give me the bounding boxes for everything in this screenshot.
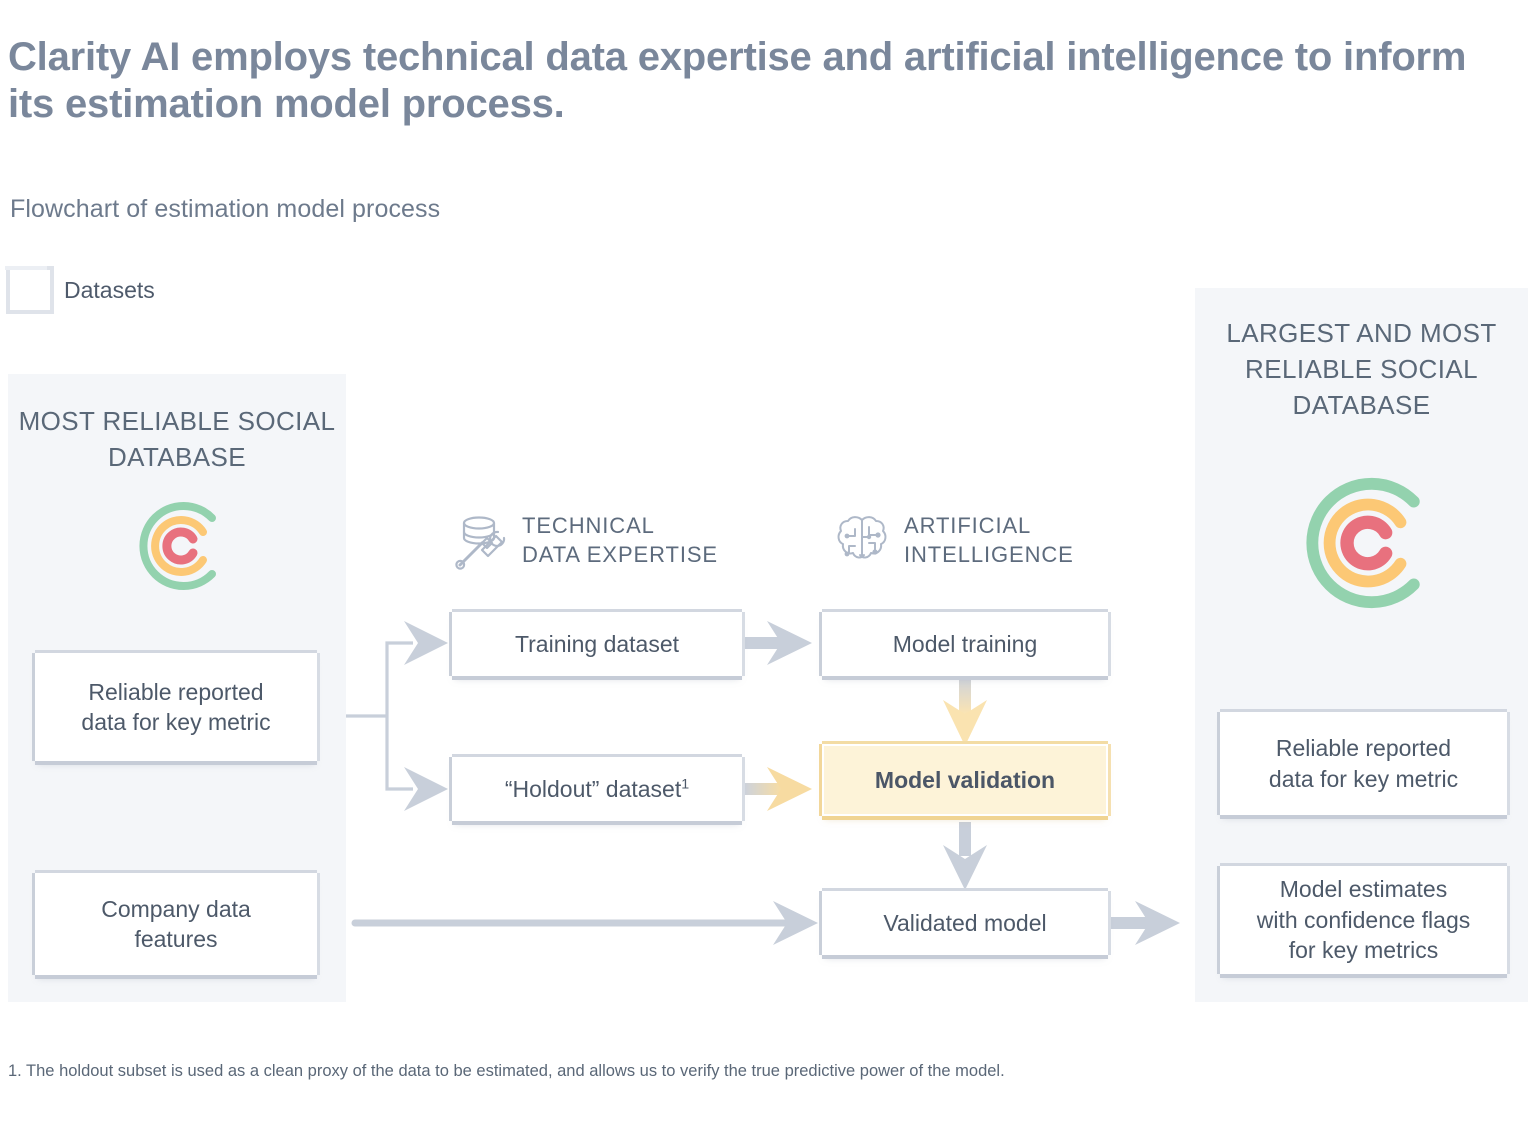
node-validated-model-label: Validated model xyxy=(883,909,1047,936)
connector-company-features-to-validated-model xyxy=(351,901,818,945)
column-header-artificial-intelligence-label: ARTIFICIAL INTELLIGENCE xyxy=(904,513,1074,567)
node-holdout-dataset-label: “Holdout” dataset xyxy=(504,775,682,802)
output-box-reliable-reported-data: Reliable reported data for key metric xyxy=(1220,712,1507,815)
output-panel-title: LARGEST AND MOST RELIABLE SOCIAL DATABAS… xyxy=(1226,318,1497,420)
source-box-company-data-features-label: Company data features xyxy=(101,895,251,952)
diagram-canvas: Clarity AI employs technical data expert… xyxy=(0,0,1536,1146)
column-header-technical-data-expertise: TECHNICAL DATA EXPERTISE xyxy=(452,512,718,570)
footnote: 1. The holdout subset is used as a clean… xyxy=(8,1062,1005,1080)
source-box-company-data-features: Company data features xyxy=(35,873,317,975)
clarity-ai-logo xyxy=(127,496,227,596)
connector-validation-to-validated-model xyxy=(943,822,987,890)
node-model-validation-label: Model validation xyxy=(874,766,1056,793)
arrowhead xyxy=(404,621,448,811)
output-box-model-estimates: Model estimates with confidence flags fo… xyxy=(1220,866,1507,974)
source-panel: MOST RELIABLE SOCIAL DATABASE Reliable r… xyxy=(8,374,346,1002)
legend: Datasets xyxy=(5,266,155,310)
square-outline-icon xyxy=(5,266,50,310)
connector-holdout-to-model-validation xyxy=(744,767,812,811)
legend-label: Datasets xyxy=(64,276,155,303)
output-panel: LARGEST AND MOST RELIABLE SOCIAL DATABAS… xyxy=(1195,288,1528,1002)
source-box-reliable-reported-data-label: Reliable reported data for key metric xyxy=(81,678,271,735)
page-title: Clarity AI employs technical data expert… xyxy=(8,35,1467,127)
node-training-dataset: Training dataset xyxy=(452,612,742,676)
node-validated-model: Validated model xyxy=(822,891,1108,955)
node-holdout-dataset-footnote-marker: 1 xyxy=(681,776,690,793)
source-panel-title: MOST RELIABLE SOCIAL DATABASE xyxy=(18,406,336,472)
clarity-ai-logo xyxy=(1288,469,1436,617)
output-box-reliable-reported-data-label: Reliable reported data for key metric xyxy=(1268,735,1459,792)
connector-validated-model-to-output xyxy=(1110,901,1180,945)
connector-model-training-to-validation xyxy=(943,676,987,746)
page-subtitle: Flowchart of estimation model process xyxy=(10,195,441,223)
output-box-model-estimates-label: Model estimates with confidence flags fo… xyxy=(1256,876,1471,964)
node-model-validation: Model validation xyxy=(822,744,1108,816)
node-holdout-dataset: “Holdout” dataset1 xyxy=(452,757,742,821)
brain-circuit-icon xyxy=(836,513,888,569)
database-tools-icon xyxy=(452,512,506,570)
connector-source-to-datasets xyxy=(346,641,413,791)
column-header-artificial-intelligence: ARTIFICIAL INTELLIGENCE xyxy=(836,512,1074,569)
source-box-reliable-reported-data: Reliable reported data for key metric xyxy=(35,653,317,761)
connector-training-to-model-training xyxy=(744,621,812,665)
node-model-training: Model training xyxy=(822,612,1108,676)
column-header-technical-data-expertise-label: TECHNICAL DATA EXPERTISE xyxy=(522,513,718,567)
node-model-training-label: Model training xyxy=(892,630,1038,657)
node-training-dataset-label: Training dataset xyxy=(514,630,680,657)
